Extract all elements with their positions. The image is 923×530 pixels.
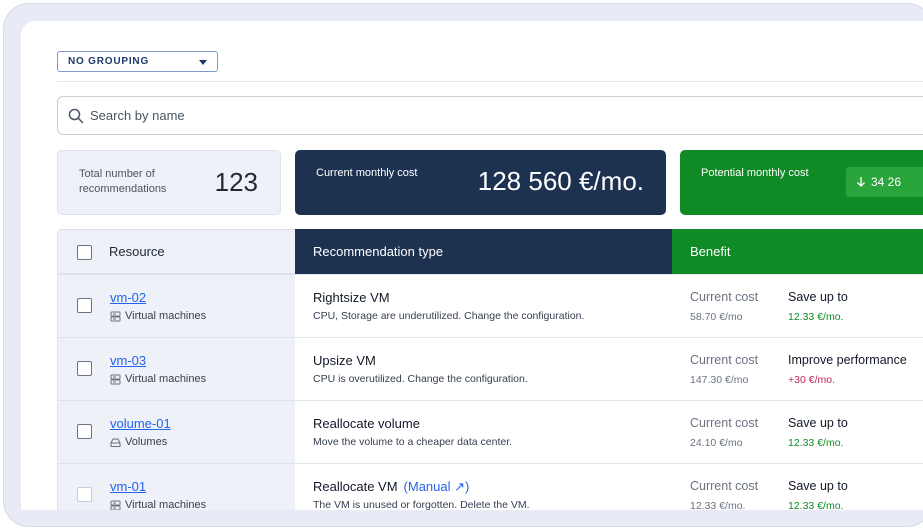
benefit-value: 12.33 €/mo.: [788, 500, 844, 510]
recommendation-title-text: Reallocate volume: [313, 416, 420, 431]
row-checkbox[interactable]: [77, 487, 92, 502]
current-cost-value: 128 560 €/mo.: [477, 166, 644, 196]
grouping-select-value: NO GROUPING: [68, 56, 150, 67]
row-checkbox[interactable]: [77, 298, 92, 313]
recommendation-description: The VM is unused or forgotten. Delete th…: [313, 499, 530, 510]
recommendations-table: Resource Recommendation type Benefit vm-…: [57, 229, 923, 510]
current-cost-value: 58.70 €/mo: [690, 311, 743, 323]
select-all-checkbox[interactable]: [77, 245, 92, 260]
resource-name-link[interactable]: vm-03: [110, 353, 146, 368]
column-header-recommendation-label: Recommendation type: [313, 244, 444, 259]
resource-category: Virtual machines: [110, 499, 206, 510]
resource-category: Virtual machines: [110, 310, 206, 322]
current-cost-label: Current cost: [690, 479, 759, 493]
chevron-down-icon: [199, 60, 207, 65]
search-icon: [68, 108, 84, 123]
resource-category-label: Virtual machines: [125, 310, 207, 322]
recommendation-title: Rightsize VM: [313, 290, 390, 305]
divider: [57, 81, 923, 82]
current-cost-value: 147.30 €/mo: [690, 374, 749, 386]
resource-cell: vm-02 Virtual machines: [57, 274, 295, 337]
benefit-value: +30 €/mo.: [788, 374, 835, 386]
table-row[interactable]: vm-03 Virtual machines Upsize VM CPU is …: [57, 337, 923, 400]
recommendation-title: Upsize VM: [313, 353, 376, 368]
column-header-recommendation: Recommendation type: [295, 229, 672, 274]
recommendation-cell: Upsize VM CPU is overutilized. Change th…: [295, 337, 923, 400]
recommendation-title-text: Rightsize VM: [313, 290, 390, 305]
main-panel: NO GROUPING Total number of recommendati…: [21, 21, 923, 510]
recommendation-title-text: Reallocate VM: [313, 479, 398, 494]
benefit-label: Save up to: [788, 416, 848, 430]
recommendation-description: CPU is overutilized. Change the configur…: [313, 373, 528, 385]
current-cost-card: Current monthly cost 128 560 €/mo.: [295, 150, 666, 215]
benefit-value: 12.33 €/mo.: [788, 311, 844, 323]
table-header: Resource Recommendation type Benefit: [57, 229, 923, 274]
resource-category: Virtual machines: [110, 373, 206, 385]
resource-cell: volume-01 Volumes: [57, 400, 295, 463]
recommendation-title: Reallocate VM (Manual ↗): [313, 479, 469, 495]
current-cost-label: Current cost: [690, 290, 759, 304]
total-recommendations-label: Total number of recommendations: [79, 168, 167, 195]
table-row[interactable]: vm-01 Virtual machines Reallocate VM (Man…: [57, 463, 923, 510]
current-cost-label: Current cost: [690, 353, 759, 367]
resource-name-link[interactable]: volume-01: [110, 416, 171, 431]
column-header-benefit: Benefit: [672, 229, 923, 274]
recommendation-cell: Reallocate VM (Manual ↗) The VM is unused…: [295, 463, 923, 510]
server-icon: [110, 374, 125, 385]
server-icon: [110, 311, 125, 322]
recommendation-description: Move the volume to a cheaper data center…: [313, 436, 513, 448]
recommendation-title-text: Upsize VM: [313, 353, 376, 368]
current-cost-label: Current monthly cost: [316, 167, 418, 179]
resource-name-link[interactable]: vm-02: [110, 290, 146, 305]
search-box[interactable]: [57, 96, 923, 135]
column-header-resource: Resource: [57, 229, 295, 274]
benefit-label: Improve performance: [788, 353, 907, 367]
resource-category-label: Volumes: [125, 436, 168, 448]
benefit-label: Save up to: [788, 290, 848, 304]
search-input[interactable]: [90, 108, 790, 123]
current-cost-label: Current cost: [690, 416, 759, 430]
resource-cell: vm-01 Virtual machines: [57, 463, 295, 510]
resource-cell: vm-03 Virtual machines: [57, 337, 295, 400]
resource-category-label: Virtual machines: [125, 499, 207, 510]
potential-cost-badge: 34 26: [846, 167, 923, 197]
benefit-label: Save up to: [788, 479, 848, 493]
resource-category-label: Virtual machines: [125, 373, 207, 385]
total-recommendations-value: 123: [214, 167, 258, 197]
recommendation-cell: Reallocate volume Move the volume to a c…: [295, 400, 923, 463]
benefit-value: 12.33 €/mo.: [788, 437, 844, 449]
table-row[interactable]: vm-02 Virtual machines Rightsize VM CPU,…: [57, 274, 923, 337]
grouping-select[interactable]: NO GROUPING: [57, 51, 218, 72]
resource-name-link[interactable]: vm-01: [110, 479, 146, 494]
resource-category: Volumes: [110, 436, 167, 448]
column-header-resource-label: Resource: [109, 244, 165, 259]
potential-cost-value: 34 26: [871, 175, 902, 189]
potential-cost-label: Potential monthly cost: [701, 167, 809, 179]
row-checkbox[interactable]: [77, 361, 92, 376]
current-cost-value: 12.33 €/mo.: [690, 500, 746, 510]
volume-icon: [110, 437, 125, 448]
row-checkbox[interactable]: [77, 424, 92, 439]
manual-link[interactable]: (Manual ↗): [404, 479, 470, 494]
recommendation-cell: Rightsize VM CPU, Storage are underutili…: [295, 274, 923, 337]
potential-cost-card: Potential monthly cost 34 26: [680, 150, 923, 215]
arrow-down-icon: [857, 177, 865, 187]
column-header-benefit-label: Benefit: [690, 244, 731, 259]
table-row[interactable]: volume-01 Volumes Reallocate volume Move…: [57, 400, 923, 463]
total-recommendations-card: Total number of recommendations 123: [57, 150, 281, 215]
recommendation-description: CPU, Storage are underutilized. Change t…: [313, 310, 585, 322]
server-icon: [110, 500, 125, 510]
recommendation-title: Reallocate volume: [313, 416, 420, 431]
current-cost-value: 24.10 €/mo: [690, 437, 743, 449]
